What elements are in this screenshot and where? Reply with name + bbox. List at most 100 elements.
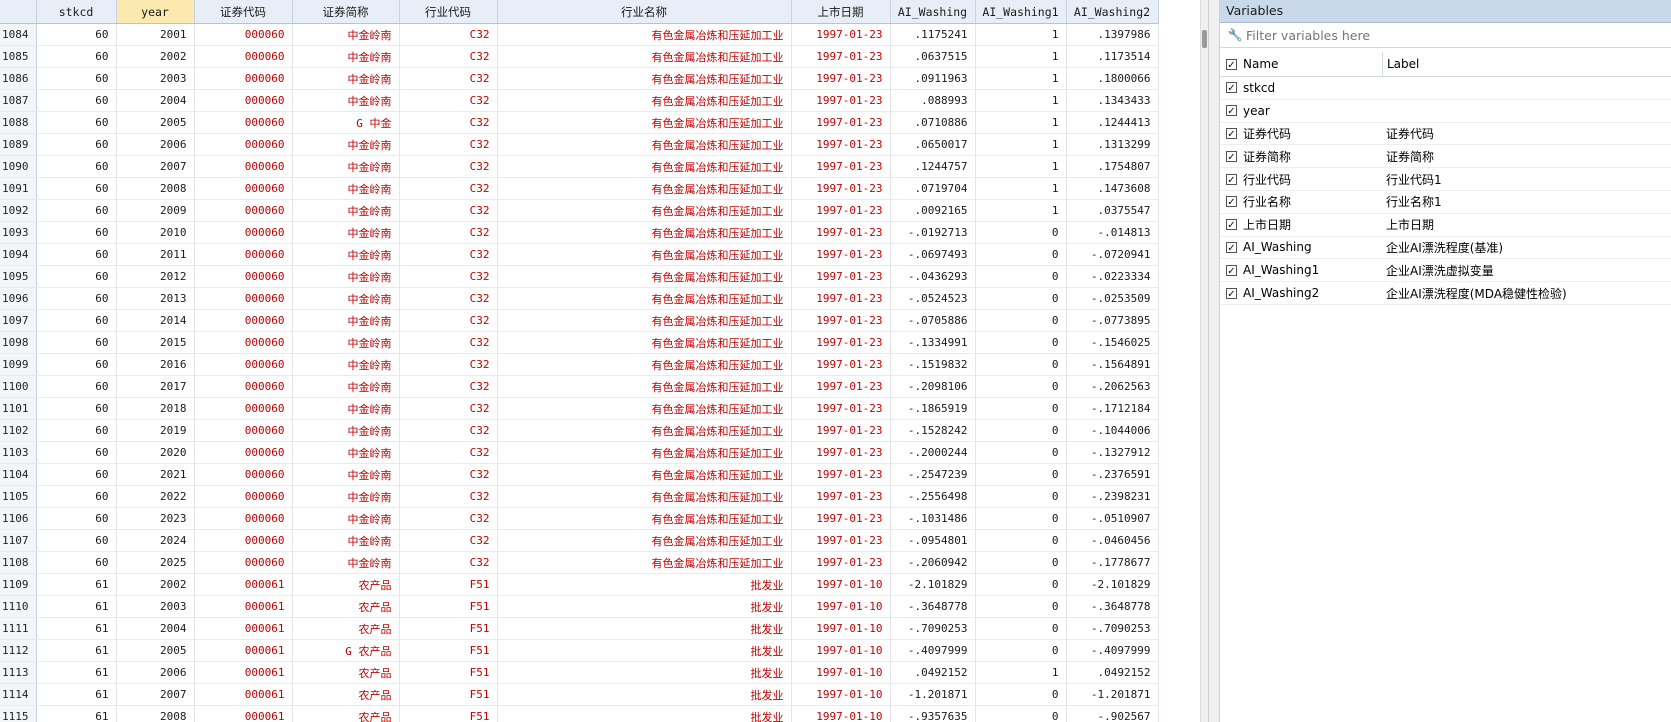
cell-abbr[interactable]: 中金岭南	[292, 397, 400, 420]
table-row[interactable]: 1089 60 2006 000060 中金岭南 C32 有色金属冶炼和压延加工业 1997-…	[0, 133, 1159, 156]
cell-aiw1[interactable]: 0	[975, 683, 1067, 706]
cell-ind_name[interactable]: 批发业	[497, 617, 792, 640]
cell-list_date[interactable]: 1997-01-23	[791, 507, 891, 530]
cell-code[interactable]: 000060	[194, 353, 293, 376]
cell-aiw2[interactable]: -.0223334	[1066, 265, 1159, 288]
column-header-list_date[interactable]: 上市日期	[791, 0, 891, 24]
cell-code[interactable]: 000060	[194, 485, 293, 508]
cell-aiw2[interactable]: -.0510907	[1066, 507, 1159, 530]
cell-stkcd[interactable]: 60	[36, 375, 117, 398]
cell-aiw[interactable]: -.2098106	[890, 375, 976, 398]
cell-code[interactable]: 000061	[194, 705, 293, 722]
cell-year[interactable]: 2023	[116, 507, 195, 530]
cell-year[interactable]: 2002	[116, 573, 195, 596]
cell-abbr[interactable]: 中金岭南	[292, 353, 400, 376]
variable-checkbox[interactable]: ✓	[1226, 241, 1237, 254]
cell-aiw[interactable]: -.2060942	[890, 551, 976, 574]
cell-year[interactable]: 2019	[116, 419, 195, 442]
cell-year[interactable]: 2011	[116, 243, 195, 266]
cell-ind_name[interactable]: 有色金属冶炼和压延加工业	[497, 89, 792, 112]
cell-year[interactable]: 2012	[116, 265, 195, 288]
cell-aiw[interactable]: -.0436293	[890, 265, 976, 288]
cell-ind_name[interactable]: 有色金属冶炼和压延加工业	[497, 111, 792, 134]
cell-aiw[interactable]: -.0697493	[890, 243, 976, 266]
cell-year[interactable]: 2003	[116, 595, 195, 618]
cell-aiw1[interactable]: 0	[975, 507, 1067, 530]
cell-ind_name[interactable]: 有色金属冶炼和压延加工业	[497, 309, 792, 332]
cell-year[interactable]: 2024	[116, 529, 195, 552]
variable-row[interactable]: ✓ AI_Washing1 企业AI漂洗虚拟变量	[1220, 259, 1671, 283]
cell-aiw1[interactable]: 0	[975, 463, 1067, 486]
table-row[interactable]: 1086 60 2003 000060 中金岭南 C32 有色金属冶炼和压延加工业 1997-…	[0, 67, 1159, 90]
row-number[interactable]: 1110	[0, 595, 37, 618]
cell-aiw2[interactable]: -.3648778	[1066, 595, 1159, 618]
scrollbar-thumb[interactable]	[1202, 30, 1207, 48]
cell-aiw2[interactable]: .1244413	[1066, 111, 1159, 134]
cell-aiw1[interactable]: 0	[975, 595, 1067, 618]
cell-aiw1[interactable]: 0	[975, 639, 1067, 662]
cell-list_date[interactable]: 1997-01-23	[791, 287, 891, 310]
row-number[interactable]: 1111	[0, 617, 37, 640]
cell-ind_name[interactable]: 有色金属冶炼和压延加工业	[497, 221, 792, 244]
cell-code[interactable]: 000061	[194, 661, 293, 684]
cell-list_date[interactable]: 1997-01-23	[791, 419, 891, 442]
cell-aiw[interactable]: -.1334991	[890, 331, 976, 354]
cell-aiw2[interactable]: .1343433	[1066, 89, 1159, 112]
cell-abbr[interactable]: 中金岭南	[292, 529, 400, 552]
cell-list_date[interactable]: 1997-01-23	[791, 199, 891, 222]
column-header-abbr[interactable]: 证券简称	[292, 0, 400, 24]
cell-abbr[interactable]: 中金岭南	[292, 507, 400, 530]
cell-list_date[interactable]: 1997-01-23	[791, 485, 891, 508]
cell-abbr[interactable]: 中金岭南	[292, 89, 400, 112]
cell-ind_code[interactable]: C32	[399, 375, 498, 398]
cell-aiw1[interactable]: 1	[975, 177, 1067, 200]
cell-abbr[interactable]: 中金岭南	[292, 67, 400, 90]
cell-list_date[interactable]: 1997-01-23	[791, 353, 891, 376]
cell-ind_name[interactable]: 有色金属冶炼和压延加工业	[497, 441, 792, 464]
cell-ind_code[interactable]: C32	[399, 221, 498, 244]
cell-ind_code[interactable]: C32	[399, 243, 498, 266]
cell-aiw1[interactable]: 0	[975, 265, 1067, 288]
cell-code[interactable]: 000061	[194, 617, 293, 640]
cell-code[interactable]: 000060	[194, 529, 293, 552]
table-row[interactable]: 1105 60 2022 000060 中金岭南 C32 有色金属冶炼和压延加工业 1997-…	[0, 485, 1159, 508]
row-number[interactable]: 1114	[0, 683, 37, 706]
variable-row[interactable]: ✓ 证券简称 证券简称	[1220, 145, 1671, 169]
row-number[interactable]: 1113	[0, 661, 37, 684]
cell-stkcd[interactable]: 60	[36, 133, 117, 156]
table-row[interactable]: 1099 60 2016 000060 中金岭南 C32 有色金属冶炼和压延加工业 1997-…	[0, 353, 1159, 376]
cell-list_date[interactable]: 1997-01-10	[791, 595, 891, 618]
cell-abbr[interactable]: 中金岭南	[292, 419, 400, 442]
row-number[interactable]: 1098	[0, 331, 37, 354]
row-number[interactable]: 1094	[0, 243, 37, 266]
variable-checkbox[interactable]: ✓	[1226, 150, 1237, 163]
table-row[interactable]: 1112 61 2005 000061 G 农产品 F51 批发业 1997-01-10 -.4…	[0, 639, 1159, 662]
cell-ind_name[interactable]: 有色金属冶炼和压延加工业	[497, 265, 792, 288]
cell-aiw2[interactable]: .0492152	[1066, 661, 1159, 684]
cell-aiw[interactable]: -.1865919	[890, 397, 976, 420]
cell-code[interactable]: 000061	[194, 683, 293, 706]
variable-checkbox[interactable]: ✓	[1226, 105, 1237, 117]
variable-checkbox[interactable]: ✓	[1226, 287, 1237, 300]
cell-stkcd[interactable]: 60	[36, 551, 117, 574]
cell-ind_code[interactable]: C32	[399, 419, 498, 442]
table-row[interactable]: 1104 60 2021 000060 中金岭南 C32 有色金属冶炼和压延加工业 1997-…	[0, 463, 1159, 486]
cell-abbr[interactable]: G 农产品	[292, 639, 400, 662]
variable-checkbox[interactable]: ✓	[1226, 264, 1237, 277]
cell-aiw1[interactable]: 0	[975, 485, 1067, 508]
cell-list_date[interactable]: 1997-01-23	[791, 23, 891, 46]
cell-stkcd[interactable]: 60	[36, 529, 117, 552]
cell-stkcd[interactable]: 60	[36, 155, 117, 178]
cell-aiw[interactable]: .0911963	[890, 67, 976, 90]
cell-year[interactable]: 2013	[116, 287, 195, 310]
cell-aiw[interactable]: -.1528242	[890, 419, 976, 442]
table-row[interactable]: 1095 60 2012 000060 中金岭南 C32 有色金属冶炼和压延加工业 1997-…	[0, 265, 1159, 288]
cell-ind_code[interactable]: C32	[399, 89, 498, 112]
cell-stkcd[interactable]: 60	[36, 353, 117, 376]
cell-abbr[interactable]: 中金岭南	[292, 485, 400, 508]
cell-stkcd[interactable]: 60	[36, 309, 117, 332]
cell-abbr[interactable]: 中金岭南	[292, 331, 400, 354]
cell-year[interactable]: 2004	[116, 617, 195, 640]
data-table[interactable]: stkcd year 证券代码 证券简称 行业代码 行业名称 上市日期 AI_Washing A…	[0, 0, 1159, 722]
cell-ind_code[interactable]: C32	[399, 155, 498, 178]
